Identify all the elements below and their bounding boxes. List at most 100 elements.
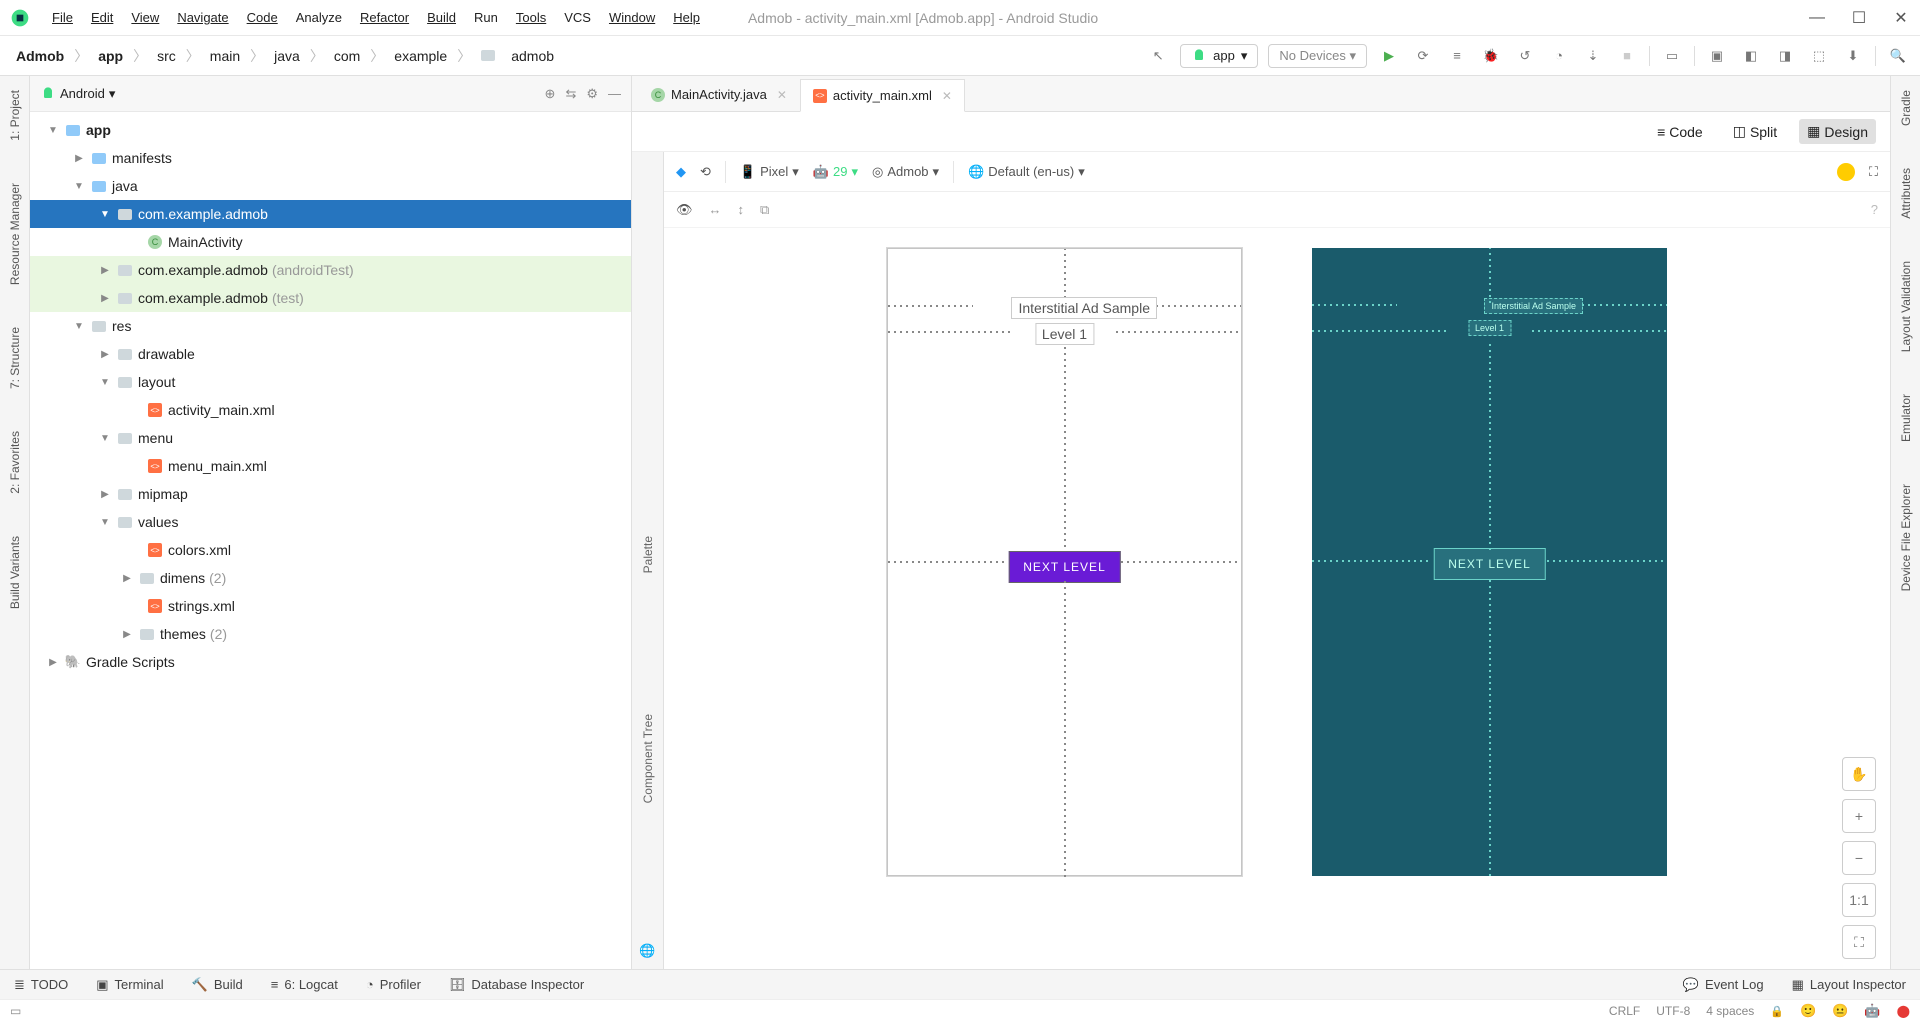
- menu-window[interactable]: Window: [601, 7, 663, 28]
- component-tree-tab[interactable]: Component Tree: [641, 714, 655, 803]
- hide-icon[interactable]: —: [608, 86, 621, 102]
- tree-layout[interactable]: ▼layout: [30, 368, 631, 396]
- bottom-terminal[interactable]: ▣Terminal: [96, 977, 163, 993]
- rail-resource-manager[interactable]: Resource Manager: [8, 177, 22, 291]
- bottom-event-log[interactable]: 💬Event Log: [1683, 977, 1764, 993]
- device-selector[interactable]: No Devices ▾: [1268, 44, 1367, 68]
- bottom-todo[interactable]: ≣TODO: [14, 977, 68, 993]
- tree-activity-main-xml[interactable]: <>activity_main.xml: [30, 396, 631, 424]
- app-quality-icon[interactable]: ⬚: [1807, 44, 1831, 68]
- face-happy-icon[interactable]: 🙂: [1800, 1003, 1816, 1019]
- tree-drawable[interactable]: ▶drawable: [30, 340, 631, 368]
- tree-menu-main-xml[interactable]: <>menu_main.xml: [30, 452, 631, 480]
- menu-tools[interactable]: Tools: [508, 7, 554, 28]
- tab-main-activity[interactable]: C MainActivity.java ✕: [638, 78, 800, 111]
- bottom-layout-inspector[interactable]: ▦Layout Inspector: [1792, 977, 1906, 993]
- menu-run[interactable]: Run: [466, 7, 506, 28]
- minimize-button[interactable]: —: [1808, 9, 1826, 27]
- tree-package-androidtest[interactable]: ▶com.example.admob(androidTest): [30, 256, 631, 284]
- zoom-fit-button[interactable]: 1:1: [1842, 883, 1876, 917]
- blueprint-level-text[interactable]: Level 1: [1468, 320, 1511, 336]
- menu-build[interactable]: Build: [419, 7, 464, 28]
- coverage-icon[interactable]: ↺: [1513, 44, 1537, 68]
- orientation-icon[interactable]: ⟲: [700, 164, 711, 180]
- tree-package-test[interactable]: ▶com.example.admob(test): [30, 284, 631, 312]
- crumb-com[interactable]: com: [328, 46, 366, 66]
- magnet-icon[interactable]: ⧉: [760, 202, 769, 218]
- menu-file[interactable]: File: [44, 7, 81, 28]
- globe-icon[interactable]: 🌐: [639, 943, 655, 959]
- tree-colors-xml[interactable]: <>colors.xml: [30, 536, 631, 564]
- crumb-example[interactable]: example: [388, 46, 453, 66]
- tree-values[interactable]: ▼values: [30, 508, 631, 536]
- design-canvas[interactable]: Interstitial Ad Sample Level 1 NEXT LEVE…: [664, 228, 1890, 969]
- device-selector[interactable]: 📱 Pixel ▾: [740, 164, 799, 180]
- filter-icon[interactable]: ⛶: [1869, 164, 1878, 180]
- rail-gradle[interactable]: Gradle: [1899, 84, 1913, 132]
- view-split[interactable]: ◫Split: [1725, 119, 1785, 144]
- design-preview-light[interactable]: Interstitial Ad Sample Level 1 NEXT LEVE…: [887, 248, 1242, 876]
- tree-package-main[interactable]: ▼com.example.admob: [30, 200, 631, 228]
- help-icon[interactable]: ?: [1871, 202, 1878, 217]
- tree-dimens[interactable]: ▶dimens(2): [30, 564, 631, 592]
- run-button[interactable]: ▶: [1377, 44, 1401, 68]
- assistant-icon[interactable]: 🤖: [1864, 1003, 1880, 1019]
- tree-menu[interactable]: ▼menu: [30, 424, 631, 452]
- tree-manifests[interactable]: ▶manifests: [30, 144, 631, 172]
- tree-mipmap[interactable]: ▶mipmap: [30, 480, 631, 508]
- rail-attributes[interactable]: Attributes: [1899, 162, 1913, 225]
- menu-view[interactable]: View: [123, 7, 167, 28]
- apply-code-icon[interactable]: ≡: [1445, 44, 1469, 68]
- gradle-sync-icon[interactable]: ⬇: [1841, 44, 1865, 68]
- menu-refactor[interactable]: Refactor: [352, 7, 417, 28]
- theme-selector[interactable]: ◎ Admob ▾: [872, 164, 939, 180]
- rail-device-file-explorer[interactable]: Device File Explorer: [1899, 478, 1913, 597]
- view-design[interactable]: ▦Design: [1799, 119, 1876, 144]
- project-view-selector[interactable]: Android ▾: [40, 86, 115, 102]
- settings-icon[interactable]: ⚙: [586, 86, 598, 102]
- layout-inspector-icon[interactable]: ◨: [1773, 44, 1797, 68]
- rail-emulator[interactable]: Emulator: [1899, 388, 1913, 448]
- maximize-button[interactable]: ☐: [1850, 9, 1868, 27]
- view-options-icon[interactable]: 👁: [676, 202, 693, 218]
- view-code[interactable]: ≡Code: [1649, 120, 1711, 144]
- tree-main-activity[interactable]: CMainActivity: [30, 228, 631, 256]
- design-next-level-button[interactable]: NEXT LEVEL: [1008, 551, 1120, 583]
- menu-help[interactable]: Help: [665, 7, 708, 28]
- api-selector[interactable]: 🤖 29 ▾: [813, 164, 858, 180]
- bottom-database-inspector[interactable]: 🗄Database Inspector: [449, 977, 584, 993]
- menu-vcs[interactable]: VCS: [556, 7, 599, 28]
- pan-button[interactable]: ✋: [1842, 757, 1876, 791]
- locate-icon[interactable]: ⊕: [545, 86, 556, 102]
- design-preview-blueprint[interactable]: Interstitial Ad Sample Level 1 NEXT LEVE…: [1312, 248, 1667, 876]
- close-icon[interactable]: ✕: [777, 88, 787, 102]
- bottom-build[interactable]: 🔨Build: [192, 977, 243, 993]
- locale-selector[interactable]: 🌐 Default (en-us) ▾: [968, 164, 1085, 180]
- status-encoding[interactable]: UTF-8: [1656, 1004, 1690, 1018]
- design-title-text[interactable]: Interstitial Ad Sample: [1011, 297, 1157, 319]
- pan-up-icon[interactable]: ↕: [738, 202, 745, 217]
- crumb-java[interactable]: java: [268, 46, 306, 66]
- rail-favorites[interactable]: 2: Favorites: [8, 425, 22, 500]
- tree-gradle-scripts[interactable]: ▶Gradle Scripts: [30, 648, 631, 676]
- palette-tab[interactable]: Palette: [641, 536, 655, 573]
- zoom-in-button[interactable]: +: [1842, 799, 1876, 833]
- resource-manager-icon[interactable]: ◧: [1739, 44, 1763, 68]
- sync-icon[interactable]: ↖: [1146, 44, 1170, 68]
- apply-changes-icon[interactable]: ⟳: [1411, 44, 1435, 68]
- zoom-reset-button[interactable]: ⛶: [1842, 925, 1876, 959]
- rail-project[interactable]: 1: Project: [8, 84, 22, 147]
- status-line-ending[interactable]: CRLF: [1609, 1004, 1640, 1018]
- bottom-profiler[interactable]: ◔Profiler: [366, 977, 421, 992]
- bottom-logcat[interactable]: ≡6: Logcat: [271, 977, 338, 992]
- stop-button[interactable]: ■: [1615, 44, 1639, 68]
- project-tree[interactable]: ▼app ▶manifests ▼java ▼com.example.admob…: [30, 112, 631, 969]
- surface-select-icon[interactable]: ◆: [676, 164, 686, 180]
- zoom-out-button[interactable]: −: [1842, 841, 1876, 875]
- search-icon[interactable]: 🔍: [1886, 44, 1910, 68]
- warning-icon[interactable]: [1837, 163, 1855, 181]
- design-level-text[interactable]: Level 1: [1035, 323, 1094, 345]
- attach-debugger-icon[interactable]: ⇣: [1581, 44, 1605, 68]
- blueprint-next-level-button[interactable]: NEXT LEVEL: [1433, 548, 1545, 580]
- crumb-src[interactable]: src: [151, 46, 182, 66]
